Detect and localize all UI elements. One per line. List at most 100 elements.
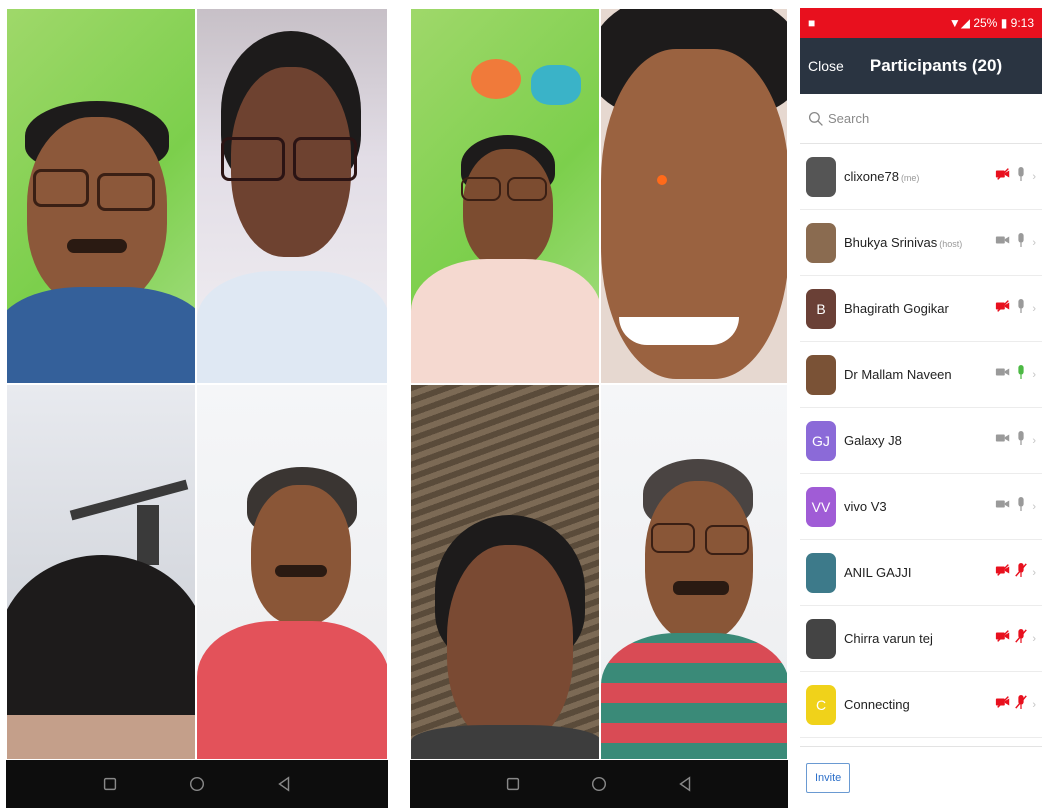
chevron-right-icon: › bbox=[1032, 632, 1036, 645]
participant-name-text: Galaxy J8 bbox=[844, 433, 902, 448]
participants-header: Close Participants (20) bbox=[800, 38, 1042, 94]
participant-name: Bhukya Srinivas (host) bbox=[844, 235, 994, 250]
participant-name: Dr Mallam Naveen bbox=[844, 367, 994, 382]
video-tile[interactable] bbox=[600, 384, 788, 760]
participants-list: clixone78 (me) › Bhukya Srinivas (host) › B Bha… bbox=[800, 144, 1042, 746]
android-navigation-bar bbox=[410, 760, 788, 808]
participant-role-tag: (me) bbox=[900, 173, 920, 183]
video-tile[interactable] bbox=[600, 8, 788, 384]
avatar bbox=[806, 222, 836, 263]
mic-muted-icon bbox=[1014, 627, 1028, 650]
participant-name: Chirra varun tej bbox=[844, 631, 994, 646]
android-navigation-bar bbox=[6, 760, 388, 808]
video-tile[interactable] bbox=[6, 384, 196, 760]
video-tile[interactable] bbox=[196, 8, 388, 384]
avatar bbox=[806, 354, 836, 395]
participant-name: Galaxy J8 bbox=[844, 433, 994, 448]
search-input[interactable]: Search bbox=[828, 111, 869, 126]
left-phone-screen bbox=[6, 8, 388, 808]
participant-row[interactable]: Dr Mallam Naveen › bbox=[800, 342, 1042, 408]
mic-icon bbox=[1014, 297, 1028, 320]
avatar bbox=[806, 156, 836, 197]
mic-icon bbox=[1014, 495, 1028, 518]
participant-row[interactable]: GJ Galaxy J8 › bbox=[800, 408, 1042, 474]
video-on-icon bbox=[994, 364, 1012, 385]
video-off-icon bbox=[994, 166, 1012, 187]
participant-row[interactable]: clixone78 (me) › bbox=[800, 144, 1042, 210]
participant-status-icons: › bbox=[994, 627, 1036, 650]
participant-status-icons: › bbox=[994, 231, 1036, 254]
video-off-icon bbox=[994, 298, 1012, 319]
participant-name-text: Connecting bbox=[844, 697, 910, 712]
participant-name-text: Bhukya Srinivas bbox=[844, 235, 938, 250]
participants-footer: Invite bbox=[800, 746, 1042, 808]
video-tile[interactable] bbox=[410, 384, 600, 760]
home-circle-icon[interactable] bbox=[186, 773, 208, 795]
chevron-right-icon: › bbox=[1032, 698, 1036, 711]
battery-text: 25% bbox=[973, 16, 998, 30]
participant-name: clixone78 (me) bbox=[844, 169, 994, 184]
search-bar[interactable]: Search bbox=[800, 94, 1042, 144]
clock: 9:13 bbox=[1010, 16, 1034, 30]
avatar: GJ bbox=[806, 420, 836, 461]
video-tile[interactable] bbox=[196, 384, 388, 760]
video-camera-icon: ■ bbox=[808, 16, 816, 30]
recent-apps-square-icon[interactable] bbox=[502, 773, 524, 795]
participant-status-icons: › bbox=[994, 429, 1036, 452]
invite-button[interactable]: Invite bbox=[806, 762, 851, 793]
participant-role-tag: (host) bbox=[939, 239, 963, 249]
search-icon bbox=[808, 111, 823, 126]
chevron-right-icon: › bbox=[1032, 500, 1036, 513]
status-bar: ■ ▼◢ 25% ▮ 9:13 bbox=[800, 8, 1042, 38]
participant-name: ANIL GAJJI bbox=[844, 565, 994, 580]
mic-icon bbox=[1014, 165, 1028, 188]
participant-row[interactable]: B Bhagirath Gogikar › bbox=[800, 276, 1042, 342]
participant-name-text: Bhagirath Gogikar bbox=[844, 301, 949, 316]
chevron-right-icon: › bbox=[1032, 170, 1036, 183]
home-circle-icon[interactable] bbox=[588, 773, 610, 795]
avatar: B bbox=[806, 288, 836, 329]
middle-phone-screen bbox=[410, 8, 788, 808]
chevron-right-icon: › bbox=[1032, 368, 1036, 381]
participant-status-icons: › bbox=[994, 297, 1036, 320]
video-off-icon bbox=[994, 628, 1012, 649]
mic-icon bbox=[1014, 363, 1028, 386]
avatar: C bbox=[806, 684, 836, 725]
participant-row[interactable]: VV vivo V3 › bbox=[800, 474, 1042, 540]
participant-row[interactable]: Bhukya Srinivas (host) › bbox=[800, 210, 1042, 276]
participants-screen: ■ ▼◢ 25% ▮ 9:13 Close Participants (20) … bbox=[800, 8, 1042, 808]
avatar: VV bbox=[806, 486, 836, 527]
participant-row[interactable]: Chirra varun tej › bbox=[800, 606, 1042, 672]
participant-status-icons: › bbox=[994, 693, 1036, 716]
chevron-right-icon: › bbox=[1032, 566, 1036, 579]
participant-name: vivo V3 bbox=[844, 499, 994, 514]
wifi-icon: ▼◢ bbox=[948, 16, 970, 30]
participant-name-text: Chirra varun tej bbox=[844, 631, 933, 646]
video-tile[interactable] bbox=[6, 8, 196, 384]
mic-icon bbox=[1014, 429, 1028, 452]
back-triangle-icon[interactable] bbox=[674, 773, 696, 795]
recent-apps-square-icon[interactable] bbox=[99, 773, 121, 795]
mic-muted-icon bbox=[1014, 561, 1028, 584]
back-triangle-icon[interactable] bbox=[273, 773, 295, 795]
participant-name: Connecting bbox=[844, 697, 994, 712]
battery-icon: ▮ bbox=[1000, 16, 1008, 30]
avatar bbox=[806, 618, 836, 659]
participant-row[interactable]: ANIL GAJJI › bbox=[800, 540, 1042, 606]
video-tile[interactable] bbox=[410, 8, 600, 384]
chevron-right-icon: › bbox=[1032, 236, 1036, 249]
page-title: Participants (20) bbox=[869, 56, 1003, 75]
participant-status-icons: › bbox=[994, 165, 1036, 188]
chevron-right-icon: › bbox=[1032, 302, 1036, 315]
mic-muted-icon bbox=[1014, 693, 1028, 716]
avatar bbox=[806, 552, 836, 593]
video-on-icon bbox=[994, 430, 1012, 451]
participant-status-icons: › bbox=[994, 495, 1036, 518]
mic-icon bbox=[1014, 231, 1028, 254]
participant-status-icons: › bbox=[994, 363, 1036, 386]
participant-status-icons: › bbox=[994, 561, 1036, 584]
participant-name-text: ANIL GAJJI bbox=[844, 565, 912, 580]
participant-name-text: vivo V3 bbox=[844, 499, 887, 514]
participant-row[interactable]: C Connecting › bbox=[800, 672, 1042, 738]
video-off-icon bbox=[994, 694, 1012, 715]
